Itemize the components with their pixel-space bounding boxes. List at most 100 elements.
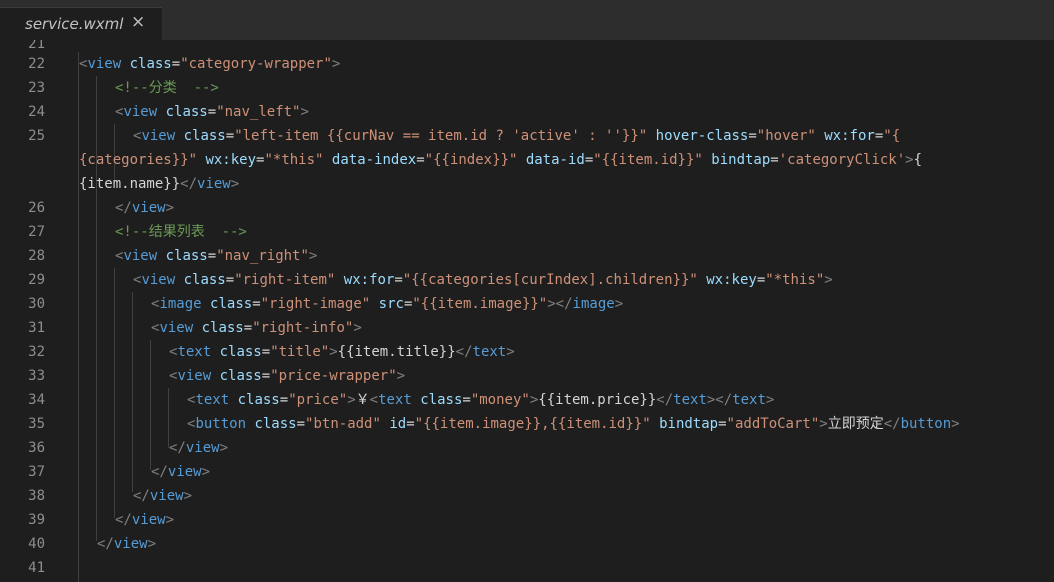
code-token: > [331,56,341,72]
code-line[interactable]: 31 <view class="right-info"> [0,316,1054,340]
code-line[interactable]: 34 <text class="price">￥<text class="mone… [0,388,1054,412]
code-text: <text class="title">{{item.title}}</text… [169,340,515,364]
code-token: <!--结果列表 --> [115,224,247,240]
code-token: "left-item {{curNav == item.id ? 'active… [234,128,648,144]
code-token: view [131,200,166,216]
code-token: "{{index}}" [424,152,518,168]
code-line[interactable]: 35 <button class="btn-add" id="{{item.ima… [0,412,1054,436]
code-token: > [201,464,211,480]
code-token: text [378,392,412,408]
code-token: = [416,152,425,168]
code-text: </view> [97,532,156,556]
code-token: > [951,416,960,432]
code-token: text [177,344,212,360]
code-token: "nav_left" [216,104,301,120]
line-number: 32 [28,344,45,360]
code-token: = [225,272,235,288]
code-line[interactable]: {categories}}" wx:key = "*this" data-index… [0,148,1054,172]
code-token: > [347,392,356,408]
line-number: 26 [28,200,45,216]
code-line[interactable]: 26 </view> [0,196,1054,220]
code-line[interactable]: 22 <view class="category-wrapper"> [0,52,1054,76]
code-token: {item.name}} [79,176,181,192]
code-token: > [329,344,338,360]
code-text: <view class="right-item" wx:for="{{categ… [133,268,833,292]
code-token: </ [115,200,132,216]
line-number: 37 [28,464,45,480]
code-token: "{{categories[curIndex].children}}" [402,272,698,288]
file-tab[interactable]: service.wxml × [0,7,162,40]
code-token: hover-class [655,128,749,144]
code-line[interactable]: 32 <text class="title">{{item.title}}</te… [0,340,1054,364]
code-line[interactable]: 40 </view> [0,532,1054,556]
code-text: <!--分类 --> [115,76,219,100]
code-token: = [394,272,403,288]
code-token: > [396,368,406,384]
code-line[interactable]: 38 </view> [0,484,1054,508]
code-token: class [210,296,253,312]
code-token: = [770,152,779,168]
code-token: bindtap [659,416,719,432]
line-number: 38 [28,488,45,504]
code-text: <view class="left-item {{curNav == item.… [133,124,900,148]
code-token: class [219,368,262,384]
code-line[interactable]: 24 <view class="nav_left"> [0,100,1054,124]
line-number: 23 [28,80,45,96]
code-token: > [506,344,515,360]
code-line[interactable]: 36 </view> [0,436,1054,460]
code-token: view [159,320,194,336]
code-token: 立即预定 [827,416,884,432]
code-token: "right-item" [234,272,336,288]
code-line[interactable]: 33 <view class="price-wrapper"> [0,364,1054,388]
code-token: "{{item.image}},{{item.id}}" [414,416,651,432]
code-token: = [756,272,766,288]
code-line[interactable]: 28 <view class="nav_right"> [0,244,1054,268]
code-token: </ [180,176,198,192]
code-line[interactable]: 30 <image class="right-image" src="{{item… [0,292,1054,316]
tab-filename[interactable]: service.wxml [25,15,123,33]
code-token: {{item.title}} [337,344,456,360]
code-line[interactable]: 41 [0,556,1054,580]
code-line[interactable]: 37 </view> [0,460,1054,484]
code-line[interactable]: 27 <!--结果列表 --> [0,220,1054,244]
code-token: text [195,392,230,408]
code-text: <view class="nav_left"> [115,100,309,124]
code-token: > [353,320,362,336]
code-token: class [165,248,208,264]
line-number: 41 [28,560,45,576]
code-line[interactable]: 23 <!--分类 --> [0,76,1054,100]
code-text: {categories}}" wx:key = "*this" data-index… [79,148,922,172]
code-token: text [732,392,766,408]
line-number: 30 [28,296,45,312]
line-number: 22 [28,56,45,72]
code-token: > [905,152,914,168]
code-token: > [765,392,775,408]
code-token: </ [115,512,132,528]
line-number: 35 [28,416,45,432]
code-token: = [462,392,471,408]
code-token: "*this" [765,272,825,288]
line-number: 28 [28,248,45,264]
code-line[interactable]: 29 <view class="right-item" wx:for="{{cat… [0,268,1054,292]
code-token: "right-info" [252,320,354,336]
code-token: bindtap [711,152,771,168]
code-token: { [913,152,923,168]
code-line[interactable]: 25 <view class="left-item {{curNav == ite… [0,124,1054,148]
code-token: {{item.price}} [538,392,657,408]
code-text: </view> [169,436,228,460]
code-text: </view> [133,484,192,508]
close-icon[interactable]: × [131,12,145,32]
code-token: "hover" [756,128,816,144]
code-line[interactable]: 39 </view> [0,508,1054,532]
line-number: 36 [28,440,45,456]
code-token: </ [133,488,150,504]
code-token: "title" [270,344,330,360]
code-token: button [900,416,952,432]
code-token: text [472,344,507,360]
code-token: ￥ [355,392,370,408]
code-line[interactable]: {item.name}}</view> [0,172,1054,196]
code-editor[interactable]: 21 22 <view class="category-wrapper"> 23 <!-… [0,40,1054,582]
code-token: > [230,176,240,192]
